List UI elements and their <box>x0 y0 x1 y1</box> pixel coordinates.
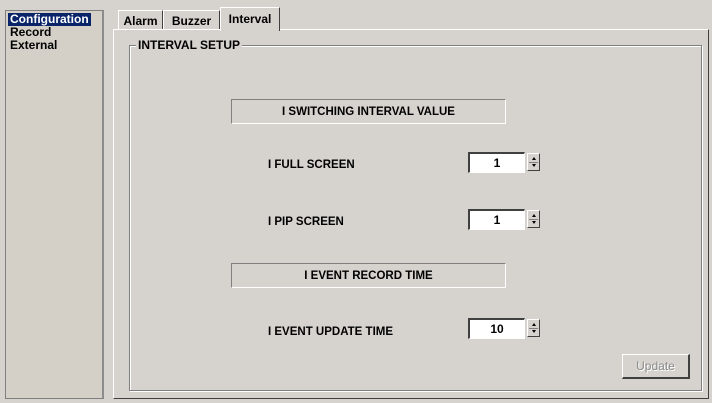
pip-screen-spinner[interactable] <box>527 210 540 228</box>
spin-up-icon <box>532 214 536 217</box>
sidebar-item-external[interactable]: External <box>8 39 59 52</box>
spin-up-icon <box>532 323 536 326</box>
pip-screen-label: I PIP SCREEN <box>268 216 344 228</box>
full-screen-spinner[interactable] <box>527 153 540 171</box>
sidebar: Configuration Record External <box>5 10 104 399</box>
tab-interval[interactable]: Interval <box>220 7 280 31</box>
event-update-time-spinner[interactable] <box>527 319 540 337</box>
group-title: INTERVAL SETUP <box>136 38 243 52</box>
tab-buzzer[interactable]: Buzzer <box>163 10 220 30</box>
spin-down-icon <box>532 330 536 333</box>
spin-up-icon <box>532 157 536 160</box>
spin-down-icon <box>532 164 536 167</box>
event-update-time-input[interactable] <box>468 318 525 339</box>
event-update-time-label: I EVENT UPDATE TIME <box>268 326 394 338</box>
switching-interval-section-label: I SWITCHING INTERVAL VALUE <box>231 99 506 124</box>
full-screen-input[interactable] <box>468 152 525 173</box>
spin-down-icon <box>532 221 536 224</box>
full-screen-label: I FULL SCREEN <box>268 159 355 171</box>
interval-setup-group <box>129 45 702 391</box>
pip-screen-input[interactable] <box>468 209 525 230</box>
tab-alarm[interactable]: Alarm <box>118 10 163 30</box>
update-button[interactable]: Update <box>622 354 690 379</box>
event-record-section-label: I EVENT RECORD TIME <box>231 263 506 288</box>
